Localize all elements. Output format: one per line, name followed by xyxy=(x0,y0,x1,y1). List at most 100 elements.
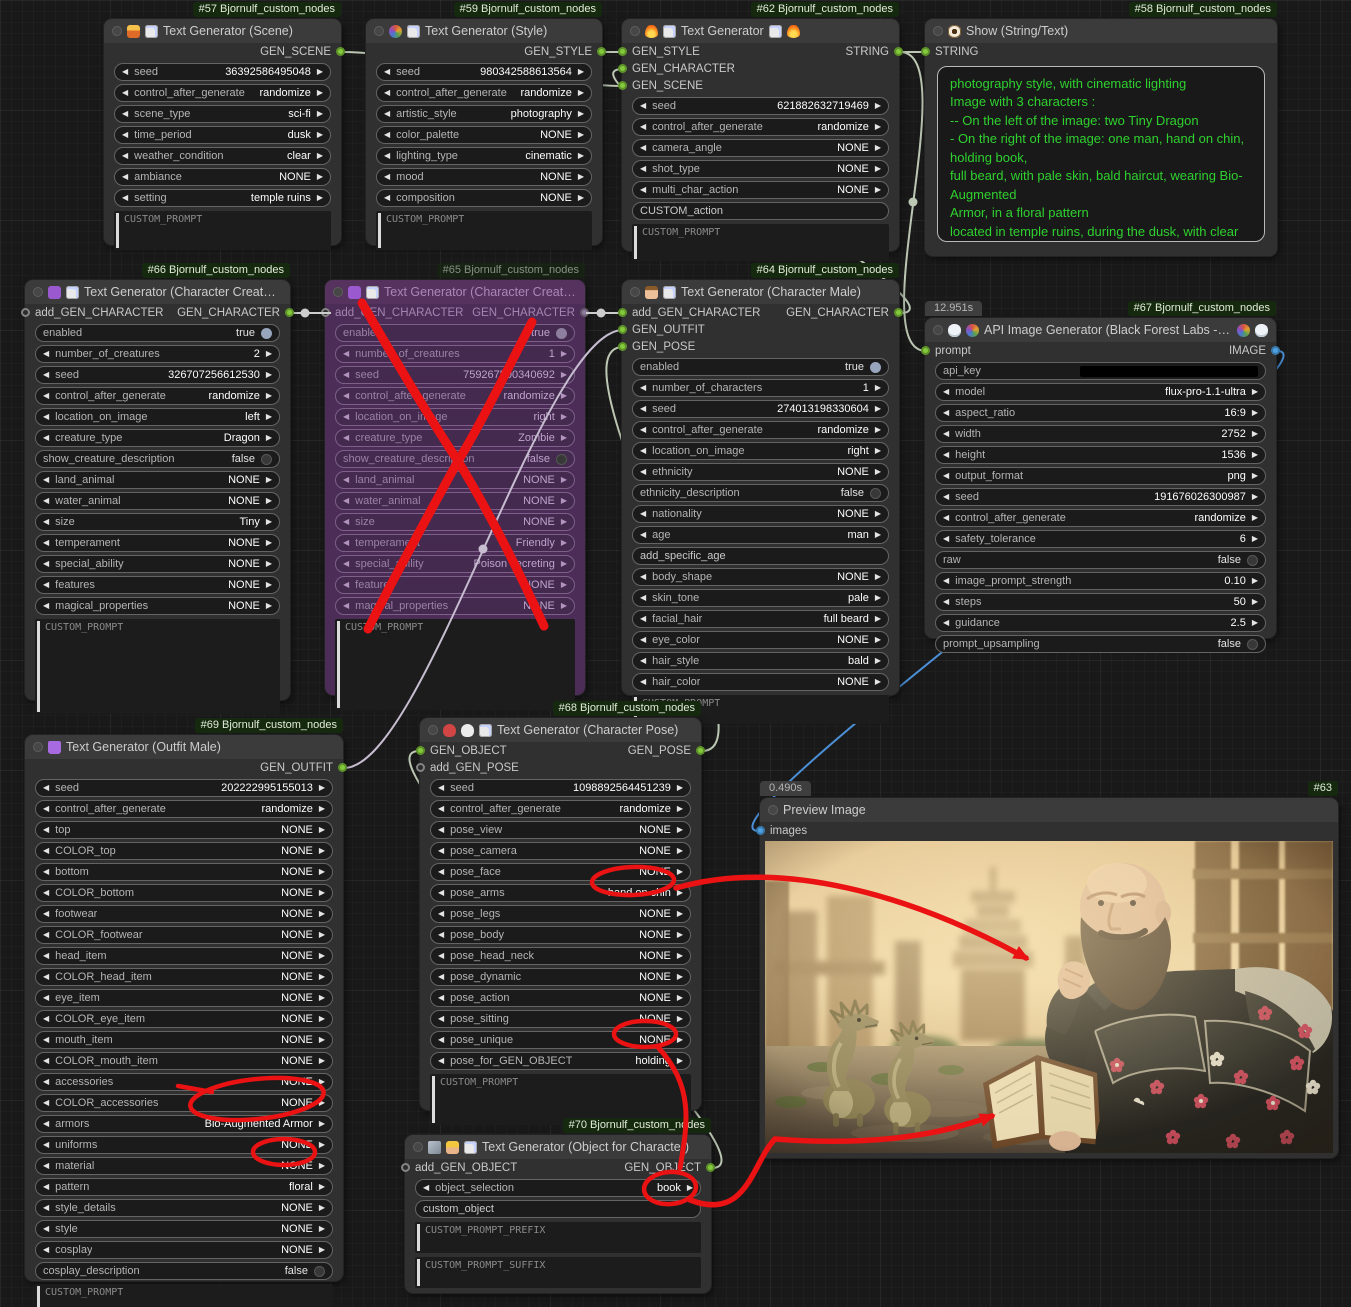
increment-arrow-icon[interactable]: ▶ xyxy=(578,173,584,181)
increment-arrow-icon[interactable]: ▶ xyxy=(677,784,683,792)
widget-magical_properties[interactable]: ◀magical_propertiesNONE▶ xyxy=(35,597,280,615)
increment-arrow-icon[interactable]: ▶ xyxy=(561,413,567,421)
textarea-CUSTOM_PROMPT[interactable]: CUSTOM_PROMPT xyxy=(376,211,592,250)
widget-footwear[interactable]: ◀footwearNONE▶ xyxy=(35,905,333,923)
widget-multi_char_action[interactable]: ◀multi_char_actionNONE▶ xyxy=(632,181,889,199)
decrement-arrow-icon[interactable]: ◀ xyxy=(384,152,390,160)
increment-arrow-icon[interactable]: ▶ xyxy=(561,350,567,358)
textarea-CUSTOM_PROMPT[interactable]: CUSTOM_PROMPT xyxy=(35,1284,333,1307)
node-header[interactable]: API Image Generator (Black Forest Labs -… xyxy=(925,318,1276,342)
widget-height[interactable]: ◀height1536▶ xyxy=(935,446,1266,464)
widget-hair_color[interactable]: ◀hair_colorNONE▶ xyxy=(632,673,889,691)
decrement-arrow-icon[interactable]: ◀ xyxy=(943,409,949,417)
increment-arrow-icon[interactable]: ▶ xyxy=(677,889,683,897)
increment-arrow-icon[interactable]: ▶ xyxy=(677,994,683,1002)
widget-ethnicity[interactable]: ◀ethnicityNONE▶ xyxy=(632,463,889,481)
collapse-dot-icon[interactable] xyxy=(374,26,384,36)
widget-COLOR_head_item[interactable]: ◀COLOR_head_itemNONE▶ xyxy=(35,968,333,986)
increment-arrow-icon[interactable]: ▶ xyxy=(677,868,683,876)
decrement-arrow-icon[interactable]: ◀ xyxy=(640,405,646,413)
input-port-GEN_SCENE[interactable] xyxy=(618,81,627,90)
decrement-arrow-icon[interactable]: ◀ xyxy=(640,636,646,644)
widget-nationality[interactable]: ◀nationalityNONE▶ xyxy=(632,505,889,523)
increment-arrow-icon[interactable]: ▶ xyxy=(561,539,567,547)
increment-arrow-icon[interactable]: ▶ xyxy=(266,602,272,610)
increment-arrow-icon[interactable]: ▶ xyxy=(561,581,567,589)
widget-seed[interactable]: ◀seed759267500340692▶ xyxy=(335,366,575,384)
decrement-arrow-icon[interactable]: ◀ xyxy=(43,973,49,981)
widget-composition[interactable]: ◀compositionNONE▶ xyxy=(376,189,592,207)
collapse-dot-icon[interactable] xyxy=(413,1142,423,1152)
decrement-arrow-icon[interactable]: ◀ xyxy=(43,805,49,813)
widget-armors[interactable]: ◀armorsBio-Augmented Armor▶ xyxy=(35,1115,333,1133)
decrement-arrow-icon[interactable]: ◀ xyxy=(43,371,49,379)
decrement-arrow-icon[interactable]: ◀ xyxy=(122,110,128,118)
input-port-GEN_CHARACTER[interactable] xyxy=(618,64,627,73)
widget-seed[interactable]: ◀seed980342588613564▶ xyxy=(376,63,592,81)
decrement-arrow-icon[interactable]: ◀ xyxy=(43,1015,49,1023)
increment-arrow-icon[interactable]: ▶ xyxy=(1252,619,1258,627)
increment-arrow-icon[interactable]: ▶ xyxy=(319,973,325,981)
increment-arrow-icon[interactable]: ▶ xyxy=(875,678,881,686)
collapse-dot-icon[interactable] xyxy=(112,26,122,36)
output-port-GEN_CHARACTER[interactable] xyxy=(894,308,903,317)
toggle-enabled[interactable]: enabledtrue xyxy=(35,324,280,342)
increment-arrow-icon[interactable]: ▶ xyxy=(319,1015,325,1023)
increment-arrow-icon[interactable]: ▶ xyxy=(875,657,881,665)
decrement-arrow-icon[interactable]: ◀ xyxy=(343,476,349,484)
node-graph-canvas[interactable]: #57 Bjornulf_custom_nodesText Generator … xyxy=(0,0,1351,1307)
collapse-dot-icon[interactable] xyxy=(428,725,438,735)
decrement-arrow-icon[interactable]: ◀ xyxy=(438,931,444,939)
widget-control_after_generate[interactable]: ◀control_after_generaterandomize▶ xyxy=(376,84,592,102)
widget-control_after_generate[interactable]: ◀control_after_generaterandomize▶ xyxy=(35,800,333,818)
decrement-arrow-icon[interactable]: ◀ xyxy=(640,144,646,152)
input-port-add_GEN_CHARACTER[interactable] xyxy=(321,308,330,317)
node-header[interactable]: Text Generator (Character Male) xyxy=(622,280,899,304)
output-port-GEN_STYLE[interactable] xyxy=(597,47,606,56)
widget-size[interactable]: ◀sizeTiny▶ xyxy=(35,513,280,531)
node-66[interactable]: #66 Bjornulf_custom_nodesText Generator … xyxy=(25,280,290,700)
decrement-arrow-icon[interactable]: ◀ xyxy=(943,388,949,396)
decrement-arrow-icon[interactable]: ◀ xyxy=(438,1057,444,1065)
node-58[interactable]: #58 Bjornulf_custom_nodesShow (String/Te… xyxy=(925,19,1277,256)
increment-arrow-icon[interactable]: ▶ xyxy=(1252,430,1258,438)
decrement-arrow-icon[interactable]: ◀ xyxy=(943,577,949,585)
widget-creature_type[interactable]: ◀creature_typeDragon▶ xyxy=(35,429,280,447)
increment-arrow-icon[interactable]: ▶ xyxy=(677,1057,683,1065)
increment-arrow-icon[interactable]: ▶ xyxy=(317,173,323,181)
reroute-dot[interactable] xyxy=(909,198,918,207)
decrement-arrow-icon[interactable]: ◀ xyxy=(640,123,646,131)
node-header[interactable]: Text Generator (Style) xyxy=(366,19,602,43)
widget-facial_hair[interactable]: ◀facial_hairfull beard▶ xyxy=(632,610,889,628)
decrement-arrow-icon[interactable]: ◀ xyxy=(438,889,444,897)
increment-arrow-icon[interactable]: ▶ xyxy=(677,910,683,918)
collapse-dot-icon[interactable] xyxy=(333,287,343,297)
input-port-GEN_POSE[interactable] xyxy=(618,342,627,351)
widget-output_format[interactable]: ◀output_formatpng▶ xyxy=(935,467,1266,485)
toggle-knob[interactable] xyxy=(1247,639,1258,650)
node-63[interactable]: 0.490s#63Preview Imageimages xyxy=(760,798,1338,1158)
textarea-CUSTOM_PROMPT[interactable]: CUSTOM_PROMPT xyxy=(632,224,889,261)
increment-arrow-icon[interactable]: ▶ xyxy=(578,194,584,202)
decrement-arrow-icon[interactable]: ◀ xyxy=(43,1141,49,1149)
decrement-arrow-icon[interactable]: ◀ xyxy=(343,581,349,589)
textarea-CUSTOM_PROMPT_SUFFIX[interactable]: CUSTOM_PROMPT_SUFFIX xyxy=(415,1257,701,1288)
node-header[interactable]: Show (String/Text) xyxy=(925,19,1277,43)
widget-skin_tone[interactable]: ◀skin_tonepale▶ xyxy=(632,589,889,607)
decrement-arrow-icon[interactable]: ◀ xyxy=(384,110,390,118)
button-custom_object[interactable]: custom_object xyxy=(415,1200,701,1218)
input-port-GEN_OBJECT[interactable] xyxy=(416,746,425,755)
decrement-arrow-icon[interactable]: ◀ xyxy=(943,619,949,627)
decrement-arrow-icon[interactable]: ◀ xyxy=(438,805,444,813)
decrement-arrow-icon[interactable]: ◀ xyxy=(43,826,49,834)
widget-pose_face[interactable]: ◀pose_faceNONE▶ xyxy=(430,863,691,881)
widget-scene_type[interactable]: ◀scene_typesci-fi▶ xyxy=(114,105,331,123)
increment-arrow-icon[interactable]: ▶ xyxy=(561,371,567,379)
widget-number_of_creatures[interactable]: ◀number_of_creatures2▶ xyxy=(35,345,280,363)
increment-arrow-icon[interactable]: ▶ xyxy=(319,784,325,792)
decrement-arrow-icon[interactable]: ◀ xyxy=(943,472,949,480)
widget-special_ability[interactable]: ◀special_abilityPoison secreting▶ xyxy=(335,555,575,573)
decrement-arrow-icon[interactable]: ◀ xyxy=(384,131,390,139)
widget-lighting_type[interactable]: ◀lighting_typecinematic▶ xyxy=(376,147,592,165)
widget-pose_head_neck[interactable]: ◀pose_head_neckNONE▶ xyxy=(430,947,691,965)
